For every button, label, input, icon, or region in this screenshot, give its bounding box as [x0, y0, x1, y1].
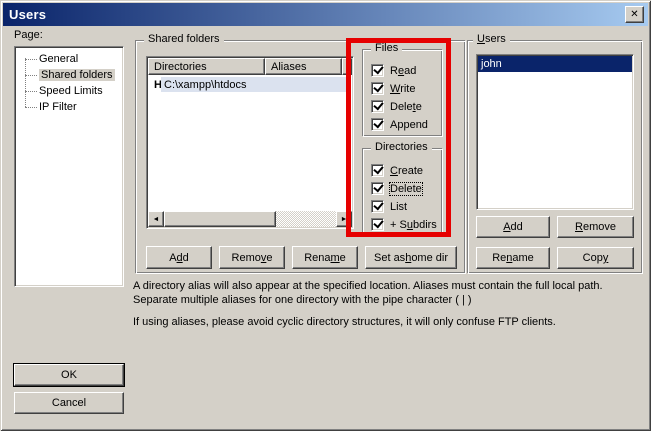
column-header-filler	[342, 58, 352, 75]
users-list[interactable]: john	[476, 54, 634, 210]
page-item-general[interactable]: General	[15, 51, 78, 67]
read-checkbox-row[interactable]: Read	[371, 63, 416, 78]
directories-listview[interactable]: Directories Aliases H C:\xampp\htdocs ◄ …	[146, 56, 354, 229]
list-checkbox-row[interactable]: List	[371, 199, 407, 214]
read-label: Read	[390, 65, 416, 77]
write-checkbox-row[interactable]: Write	[371, 81, 415, 96]
file-delete-checkbox-row[interactable]: Delete	[371, 99, 422, 114]
window-title: Users	[3, 7, 46, 22]
append-checkbox[interactable]	[371, 118, 384, 131]
subdirs-checkbox-row[interactable]: + Subdirs	[371, 217, 437, 232]
page-item-shared-folders[interactable]: Shared folders	[15, 67, 115, 83]
dir-delete-checkbox-row[interactable]: Delete	[371, 181, 422, 196]
file-delete-checkbox[interactable]	[371, 100, 384, 113]
page-item-speed-limits[interactable]: Speed Limits	[15, 83, 103, 99]
page-item-label: IP Filter	[39, 101, 77, 113]
directories-caption: Directories	[371, 141, 432, 153]
directory-path: C:\xampp\htdocs	[161, 77, 350, 92]
user-rename-button[interactable]: Rename	[476, 247, 550, 269]
close-icon: ✕	[630, 9, 638, 20]
cancel-button[interactable]: Cancel	[14, 392, 124, 414]
subdirs-checkbox[interactable]	[371, 218, 384, 231]
create-label: Create	[390, 165, 423, 177]
set-as-home-dir-button[interactable]: Set as home dir	[365, 246, 457, 269]
horizontal-scrollbar[interactable]: ◄ ►	[148, 211, 352, 227]
shared-folders-caption: Shared folders	[144, 33, 224, 45]
files-caption: Files	[371, 42, 402, 54]
column-header-aliases[interactable]: Aliases	[265, 58, 342, 75]
list-label: List	[390, 201, 407, 213]
write-label: Write	[390, 83, 415, 95]
ok-button[interactable]: OK	[14, 364, 124, 386]
read-checkbox[interactable]	[371, 64, 384, 77]
listview-header: Directories Aliases	[148, 58, 352, 75]
home-directory-marker: H	[148, 79, 161, 91]
scroll-right-button[interactable]: ►	[336, 211, 352, 227]
shared-rename-button[interactable]: Rename	[292, 246, 358, 269]
close-button[interactable]: ✕	[625, 6, 644, 23]
user-item-john[interactable]: john	[478, 56, 632, 72]
page-item-label: Speed Limits	[39, 85, 103, 97]
page-list[interactable]: General Shared folders Speed Limits IP F…	[14, 46, 124, 287]
titlebar[interactable]: Users ✕	[3, 3, 648, 26]
page-label: Page:	[14, 29, 43, 41]
users-dialog: Users ✕ Page: General Shared folders Spe…	[0, 0, 651, 431]
shared-add-button[interactable]: Add	[146, 246, 212, 269]
user-add-button[interactable]: Add	[476, 216, 550, 238]
scrollbar-thumb[interactable]	[164, 211, 276, 227]
scroll-left-button[interactable]: ◄	[148, 211, 164, 227]
directory-row[interactable]: H C:\xampp\htdocs	[148, 77, 352, 92]
users-group: Users john Add Remove Rename Copy	[467, 40, 642, 273]
column-header-directories[interactable]: Directories	[148, 58, 265, 75]
user-remove-button[interactable]: Remove	[557, 216, 634, 238]
files-permissions-group: Files Read Write Delete Append	[362, 49, 442, 136]
append-checkbox-row[interactable]: Append	[371, 117, 428, 132]
write-checkbox[interactable]	[371, 82, 384, 95]
page-item-label: General	[39, 53, 78, 65]
arrow-right-icon: ►	[341, 216, 348, 223]
cyclic-note: If using aliases, please avoid cyclic di…	[133, 315, 645, 329]
users-caption: Users	[473, 33, 510, 45]
list-checkbox[interactable]	[371, 200, 384, 213]
subdirs-label: + Subdirs	[390, 219, 437, 231]
create-checkbox[interactable]	[371, 164, 384, 177]
directories-permissions-group: Directories Create Delete List + Subdirs	[362, 148, 442, 233]
page-item-ip-filter[interactable]: IP Filter	[15, 99, 77, 115]
arrow-left-icon: ◄	[153, 216, 160, 223]
append-label: Append	[390, 119, 428, 131]
shared-remove-button[interactable]: Remove	[219, 246, 285, 269]
dir-delete-label: Delete	[390, 183, 422, 195]
user-copy-button[interactable]: Copy	[557, 247, 634, 269]
alias-note: A directory alias will also appear at th…	[133, 279, 645, 307]
create-checkbox-row[interactable]: Create	[371, 163, 423, 178]
dir-delete-checkbox[interactable]	[371, 182, 384, 195]
page-item-label-selected: Shared folders	[39, 69, 115, 81]
help-notes: A directory alias will also appear at th…	[133, 279, 645, 337]
file-delete-label: Delete	[390, 101, 422, 113]
scrollbar-track[interactable]	[276, 211, 336, 227]
